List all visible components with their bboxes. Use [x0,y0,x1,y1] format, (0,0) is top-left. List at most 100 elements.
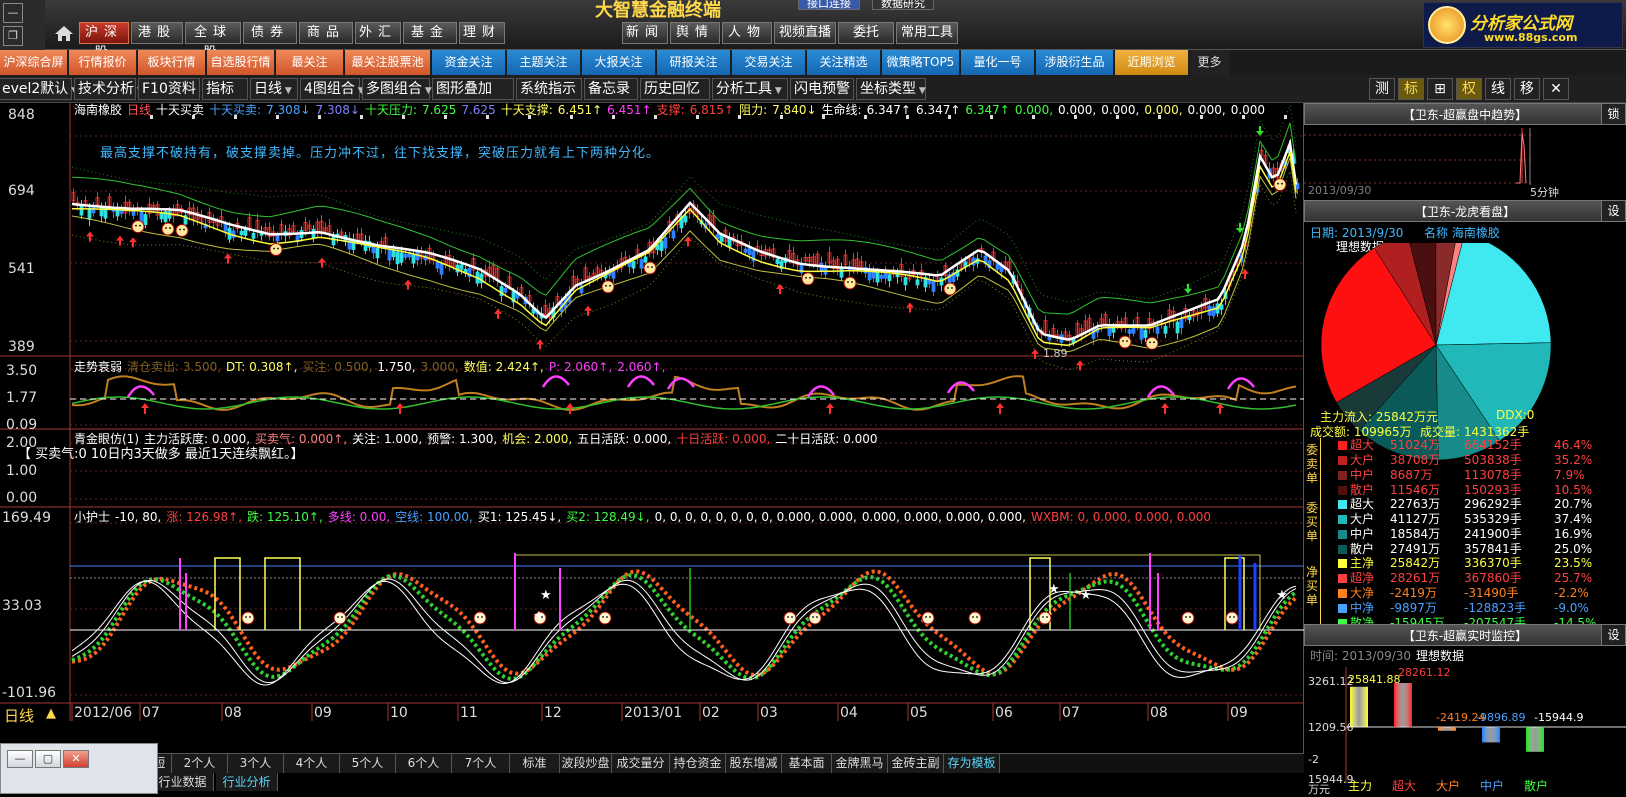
right-tool-5[interactable]: 移 [1514,78,1540,100]
nav-item-3[interactable]: 自选股行情 [207,50,275,75]
nav-item-15[interactable]: 近期浏览 [1115,50,1189,75]
bottom-tab-16[interactable]: 金牌黑马 [832,754,888,774]
bottom-tab-18[interactable]: 存为模板 [944,754,1000,774]
main-tab-6[interactable]: 基金 [403,22,457,44]
right-tool-3[interactable]: 权 [1456,78,1482,100]
nav-item-11[interactable]: 关注精选 [807,50,881,75]
toolbar-item-10[interactable]: 分析工具 ▼ [712,78,788,100]
title-bar: — ❐ 大智慧金融终端 接口连接 数据研究 沪深股港股全球股债券商品外汇基金理财… [0,0,1626,60]
period-triangle-icon[interactable]: ▲ [46,706,56,721]
trend-lock-button[interactable]: 锁 [1601,104,1625,124]
nav-item-1[interactable]: 行情报价 [69,50,137,75]
info-tab-3[interactable]: 视频直播 [774,22,836,44]
nav-item-5[interactable]: 最关注股票池 [345,50,431,75]
main-tab-5[interactable]: 外汇 [355,22,401,44]
bottom-tab-9[interactable]: 7个人 [452,754,510,774]
nav-item-9[interactable]: 研报关注 [657,50,731,75]
header-value: 数值: 2.424↑, [463,360,544,374]
toolbar-item-1[interactable]: F10资料 [138,78,200,100]
bottom-tab-15[interactable]: 基本面 [782,754,832,774]
right-tool-6[interactable]: ✕ [1543,78,1569,100]
bottom-tab-4[interactable]: 2个人 [172,754,228,774]
header-value: 小护士 [74,510,111,524]
toolbar-item-6[interactable]: 图形叠加 [432,78,514,100]
floating-mini-window[interactable]: — ▢ ✕ [0,743,158,794]
nav-item-4[interactable]: 最关注 [276,50,344,75]
nav-item-13[interactable]: 量化一号 [961,50,1035,75]
nav-item-2[interactable]: 板块行情 [138,50,206,75]
monitor-settings-button[interactable]: 设 [1601,625,1625,645]
nav-item-8[interactable]: 大报关注 [582,50,656,75]
toolbar-item-3[interactable]: 日线 ▼ [250,78,298,100]
mon-unit: 万元 [1308,783,1330,796]
flow-cell-a: 11546万 [1390,483,1441,497]
bottom-tab-14[interactable]: 股东增减 [726,754,782,774]
sub-tab-0[interactable]: 行业数据 [152,773,214,791]
main-tab-2[interactable]: 全球股 [185,22,241,60]
bottom-tab-17[interactable]: 金砖主副 [888,754,944,774]
minimize-button[interactable]: — [3,3,23,23]
ddx-value: DDX:0 [1496,408,1535,422]
restore-button[interactable]: ❐ [3,26,23,46]
right-tool-1[interactable]: 标 [1398,78,1424,100]
mon-val-0: 25841.88 [1348,673,1401,686]
mon-tick-2: -2 [1308,753,1319,766]
flow-row: 中净 -9897万 -128823手 -9.0% [1336,601,1626,616]
flow-cell-b: 150293手 [1464,483,1522,497]
toolbar-item-9[interactable]: 历史回忆 [640,78,710,100]
right-tool-2[interactable]: ⊞ [1427,78,1453,100]
popup-restore-button[interactable]: ▢ [35,750,61,768]
toolbar-item-11[interactable]: 闪电预警 [790,78,854,100]
nav-item-10[interactable]: 交易关注 [732,50,806,75]
kline-chart-area[interactable]: ★ ★ ★ ★ ★ 海南橡胶 日线 十天买卖 十天买卖: 7.308↓ 7.308↓ 十天压力: 7.… [0,103,1304,753]
nav-item-12[interactable]: 微策略TOP5 [882,50,960,75]
right-tool-4[interactable]: 线 [1485,78,1511,100]
toolbar-item-0[interactable]: 技术分析 ▼ [74,78,144,100]
sub-tab-1[interactable]: 行业分析 [216,773,278,791]
nav-item-16[interactable]: 更多 [1190,50,1230,75]
right-tool-0[interactable]: 测 [1369,78,1395,100]
top-link-1[interactable]: 数据研究 [872,0,934,10]
header-value: 关注: 1.000, [352,432,423,446]
bottom-tab-6[interactable]: 4个人 [284,754,340,774]
main-tab-1[interactable]: 港股 [131,22,183,44]
popup-min-button[interactable]: — [7,750,33,768]
x-axis-label: 09 [314,705,332,721]
toolbar-item-2[interactable]: 指标 [202,78,248,100]
chart-canvas[interactable]: ★ ★ ★ ★ ★ [0,103,1304,753]
toolbar-item-8[interactable]: 备忘录 [584,78,638,100]
nav-item-14[interactable]: 涉股衍生品 [1036,50,1114,75]
main-tab-4[interactable]: 商品 [299,22,353,44]
nav-item-7[interactable]: 主题关注 [507,50,581,75]
header-value: 7.308↓ [266,103,311,117]
main-tab-7[interactable]: 理财 [459,22,505,44]
dragon-settings-button[interactable]: 设 [1601,201,1625,221]
period-label[interactable]: 日线 [4,705,34,726]
nav-item-6[interactable]: 资金关注 [432,50,506,75]
toolbar-item-5[interactable]: 多图组合 ▼ [362,78,432,100]
toolbar-item-4[interactable]: 4图组合 ▼ [300,78,365,100]
info-tab-5[interactable]: 常用工具 [896,22,958,44]
bottom-tab-5[interactable]: 3个人 [228,754,284,774]
toolbar-item-7[interactable]: 系统指示 [516,78,582,100]
bottom-tab-10[interactable]: 标准 [510,754,560,774]
flow-cell-p: 7.9% [1554,468,1585,482]
home-icon[interactable] [53,24,75,42]
toolbar-item-12[interactable]: 坐标类型 ▼ [856,78,926,100]
top-link-0[interactable]: 接口连接 [798,0,860,10]
bottom-tab-11[interactable]: 波段炒盘 [560,754,612,774]
bottom-tab-12[interactable]: 成交量分析 [612,754,670,789]
main-tab-0[interactable]: 沪深股 [79,22,129,60]
bottom-tab-7[interactable]: 5个人 [340,754,396,774]
nav-item-0[interactable]: 沪深综合屏 [0,50,68,75]
info-tab-2[interactable]: 人物 [722,22,772,44]
info-tab-0[interactable]: 新闻 [622,22,668,44]
level-select[interactable]: evel2默认 ▼ [0,78,78,100]
info-tab-1[interactable]: 舆情 [670,22,720,44]
bottom-tab-13[interactable]: 持仓资金 [670,754,726,774]
popup-close-button[interactable]: ✕ [63,750,89,768]
sub-tabs: 行业数据 行业分析 [0,773,1304,794]
info-tab-4[interactable]: 委托 [838,22,894,44]
bottom-tab-8[interactable]: 6个人 [396,754,452,774]
main-tab-3[interactable]: 债券 [243,22,297,44]
